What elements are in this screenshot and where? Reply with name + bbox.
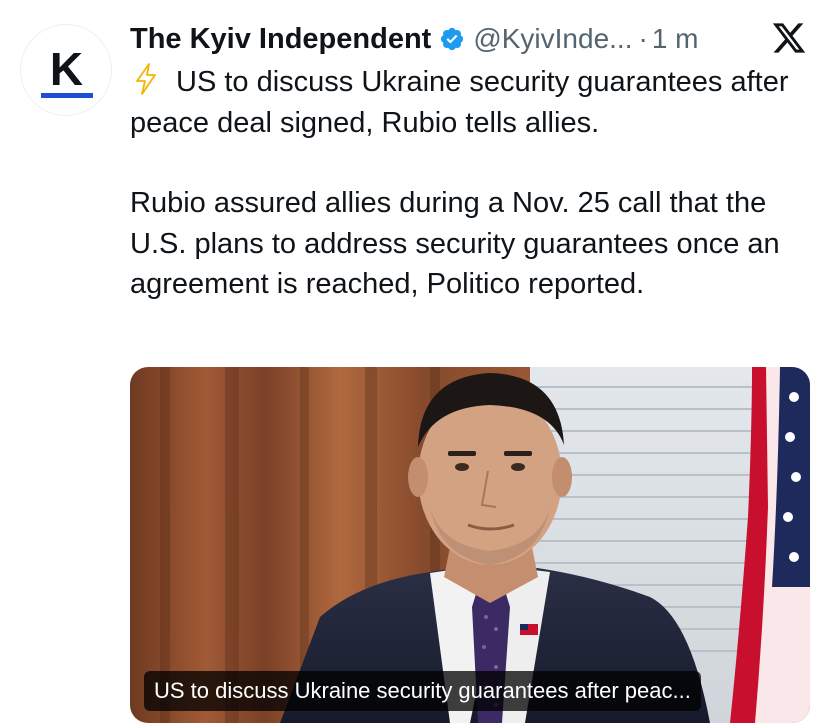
card-caption: US to discuss Ukraine security guarantee… xyxy=(144,671,701,711)
display-name[interactable]: The Kyiv Independent xyxy=(130,23,431,56)
x-logo-icon[interactable] xyxy=(770,20,808,56)
avatar-logo-letter: K xyxy=(49,43,83,95)
tweet-body: Rubio assured allies during a Nov. 25 ca… xyxy=(130,187,780,300)
separator-dot: · xyxy=(638,23,648,54)
lightning-bolt-icon xyxy=(134,63,158,95)
tweet-text: US to discuss Ukraine security guarantee… xyxy=(130,62,810,305)
tweet-header: The Kyiv Independent @KyivInde... · 1 m xyxy=(130,18,699,60)
avatar-logo-underline xyxy=(41,93,93,98)
verified-badge-icon[interactable] xyxy=(439,26,465,52)
article-photo xyxy=(130,367,810,723)
tweet-headline-line: US to discuss Ukraine security guarantee… xyxy=(130,62,810,143)
timestamp[interactable]: 1 m xyxy=(652,23,699,55)
handle[interactable]: @KyivInde... xyxy=(473,23,632,55)
tweet-headline: US to discuss Ukraine security guarantee… xyxy=(130,66,789,139)
tweet[interactable]: K The Kyiv Independent @KyivInde... · 1 … xyxy=(0,0,828,725)
avatar[interactable]: K xyxy=(20,24,112,116)
link-card[interactable]: US to discuss Ukraine security guarantee… xyxy=(130,367,810,723)
